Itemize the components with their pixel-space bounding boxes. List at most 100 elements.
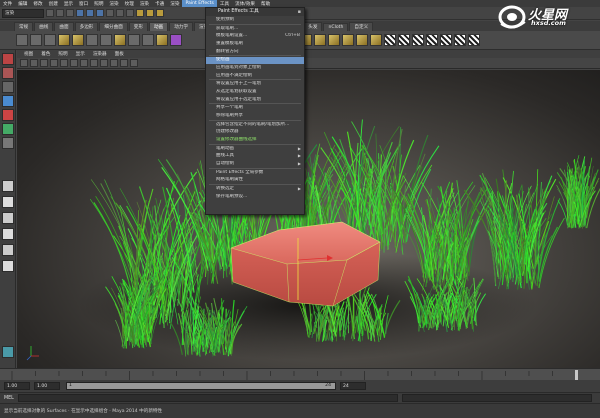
xray-icon[interactable] bbox=[130, 59, 138, 67]
shelf-tool-icon[interactable] bbox=[314, 34, 326, 46]
camera-attributes-icon[interactable] bbox=[30, 59, 38, 67]
layout-two-icon[interactable] bbox=[2, 212, 14, 224]
shelf-tool-icon[interactable] bbox=[156, 34, 168, 46]
shelf-tool-icon[interactable] bbox=[384, 34, 396, 46]
shelf-tool-icon[interactable] bbox=[44, 34, 56, 46]
menu-item[interactable]: 编辑 bbox=[15, 1, 30, 7]
menu-item[interactable]: 照明 bbox=[91, 1, 106, 7]
command-input[interactable] bbox=[17, 394, 398, 402]
menu-option[interactable]: 选择包含指定不同的笔刷/笔划加所... bbox=[206, 122, 304, 128]
menu-option[interactable]: 共享一个笔刷 bbox=[206, 105, 304, 111]
menu-option[interactable]: 转换选定 ▶ bbox=[206, 186, 304, 192]
perspective-layout-icon[interactable] bbox=[2, 346, 14, 358]
menu-option[interactable]: 曲线工具 ▶ bbox=[206, 153, 304, 159]
lasso-tool-icon[interactable] bbox=[2, 67, 14, 79]
snap-curve-icon[interactable] bbox=[116, 9, 124, 17]
paint-select-tool-icon[interactable] bbox=[2, 81, 14, 93]
select-by-object-icon[interactable] bbox=[86, 9, 94, 17]
playback-end-field[interactable]: 24 bbox=[340, 382, 366, 390]
menu-item[interactable]: 帮助 bbox=[258, 1, 273, 7]
select-by-hierarchy-icon[interactable] bbox=[76, 9, 84, 17]
layout-four-icon[interactable] bbox=[2, 196, 14, 208]
menu-option[interactable]: Paint Effects 全局参数 bbox=[206, 170, 304, 176]
menu-item[interactable]: 渲染 bbox=[137, 1, 152, 7]
shelf-tool-icon[interactable] bbox=[114, 34, 126, 46]
menu-option[interactable]: 设置修改器曲线选择 bbox=[206, 137, 304, 143]
shelf-tab[interactable]: 多边形 bbox=[74, 22, 99, 31]
menu-option[interactable]: 获取笔刷... bbox=[206, 26, 304, 32]
menu-option[interactable]: 应用画笔到对象上绘制 bbox=[206, 65, 304, 71]
shelf-tool-icon[interactable] bbox=[170, 34, 182, 46]
snap-point-icon[interactable] bbox=[126, 9, 134, 17]
grid-icon[interactable] bbox=[60, 59, 68, 67]
render-frame-icon[interactable] bbox=[136, 9, 144, 17]
menu-option[interactable]: 移除笔刷共享 bbox=[206, 113, 304, 119]
menu-item[interactable]: 创建 bbox=[46, 1, 61, 7]
shelf-tool-icon[interactable] bbox=[370, 34, 382, 46]
open-scene-icon[interactable] bbox=[56, 9, 64, 17]
shelf-tool-icon[interactable] bbox=[356, 34, 368, 46]
shelf-tab[interactable]: 头发 bbox=[303, 22, 323, 31]
new-scene-icon[interactable] bbox=[46, 9, 54, 17]
panel-menu-item[interactable]: 显示 bbox=[72, 51, 89, 57]
menu-option[interactable]: 自动绘制 ▶ bbox=[206, 161, 304, 167]
camera-icon[interactable] bbox=[20, 59, 28, 67]
menu-set-selector[interactable]: 渲染 bbox=[2, 8, 44, 18]
ipr-render-icon[interactable] bbox=[146, 9, 154, 17]
layout-hypershade-icon[interactable] bbox=[2, 260, 14, 272]
shelf-tool-icon[interactable] bbox=[342, 34, 354, 46]
menu-item[interactable]: 流体/效果 bbox=[232, 1, 258, 7]
start-time-field[interactable]: 1.00 bbox=[4, 382, 30, 390]
menu-item[interactable]: 显示 bbox=[61, 1, 76, 7]
panel-menu-item[interactable]: 渲染器 bbox=[89, 51, 111, 57]
playback-start-field[interactable]: 1.00 bbox=[34, 382, 60, 390]
shelf-tool-icon[interactable] bbox=[440, 34, 452, 46]
menu-item[interactable]: 窗口 bbox=[76, 1, 91, 7]
select-by-component-icon[interactable] bbox=[96, 9, 104, 17]
menu-option[interactable]: 翻转管方向 bbox=[206, 49, 304, 55]
bookmark-icon[interactable] bbox=[40, 59, 48, 67]
panel-menu-item[interactable]: 着色 bbox=[37, 51, 54, 57]
shelf-tool-icon[interactable] bbox=[72, 34, 84, 46]
time-slider[interactable] bbox=[0, 368, 600, 380]
shadows-icon[interactable] bbox=[110, 59, 118, 67]
menu-option[interactable]: 网格笔刷属性 bbox=[206, 177, 304, 183]
shelf-tab[interactable]: 动画 bbox=[149, 22, 169, 31]
last-tool-icon[interactable] bbox=[2, 137, 14, 149]
shelf-tab[interactable]: 自定义 bbox=[349, 22, 374, 31]
menu-item[interactable]: 工具 bbox=[217, 1, 232, 7]
wireframe-icon[interactable] bbox=[70, 59, 78, 67]
panel-menu-item[interactable]: 视图 bbox=[20, 51, 37, 57]
shelf-tool-icon[interactable] bbox=[328, 34, 340, 46]
range-slider-bar[interactable]: 1 24 bbox=[66, 382, 336, 390]
shelf-tool-icon[interactable] bbox=[142, 34, 154, 46]
snap-grid-icon[interactable] bbox=[106, 9, 114, 17]
menu-option[interactable]: 重置模板笔刷 bbox=[206, 41, 304, 47]
menu-option[interactable]: 模板笔刷设置... Ctrl+B bbox=[206, 33, 304, 39]
shelf-tool-icon[interactable] bbox=[468, 34, 480, 46]
menu-option[interactable]: 使绘画 bbox=[206, 57, 304, 64]
panel-menu-item[interactable]: 照明 bbox=[54, 51, 71, 57]
menu-item[interactable]: 渲染 bbox=[106, 1, 121, 7]
shelf-tab[interactable]: 曲面 bbox=[54, 22, 74, 31]
menu-item[interactable]: 卡通 bbox=[152, 1, 167, 7]
textured-icon[interactable] bbox=[90, 59, 98, 67]
scale-tool-icon[interactable] bbox=[2, 123, 14, 135]
shelf-tool-icon[interactable] bbox=[398, 34, 410, 46]
select-tool-icon[interactable] bbox=[2, 53, 14, 65]
image-plane-icon[interactable] bbox=[50, 59, 58, 67]
menu-item[interactable]: 修改 bbox=[30, 1, 45, 7]
panel-menu-item[interactable]: 面板 bbox=[111, 51, 128, 57]
layout-single-icon[interactable] bbox=[2, 180, 14, 192]
close-icon[interactable]: ▪ bbox=[298, 8, 301, 16]
menu-option[interactable]: 将设置应用于选定笔划 bbox=[206, 97, 304, 103]
menu-option[interactable]: 从选定笔划获取设置 bbox=[206, 89, 304, 95]
shelf-tool-icon[interactable] bbox=[412, 34, 424, 46]
perspective-viewport[interactable] bbox=[17, 70, 600, 368]
menu-option[interactable]: 将设置应用于上一笔划 bbox=[206, 81, 304, 87]
render-settings-icon[interactable] bbox=[156, 9, 164, 17]
shelf-tool-icon[interactable] bbox=[128, 34, 140, 46]
menu-option[interactable]: 使用预制 bbox=[206, 17, 304, 23]
menu-option[interactable]: 笔刷动画 ▶ bbox=[206, 146, 304, 152]
smooth-shade-icon[interactable] bbox=[80, 59, 88, 67]
